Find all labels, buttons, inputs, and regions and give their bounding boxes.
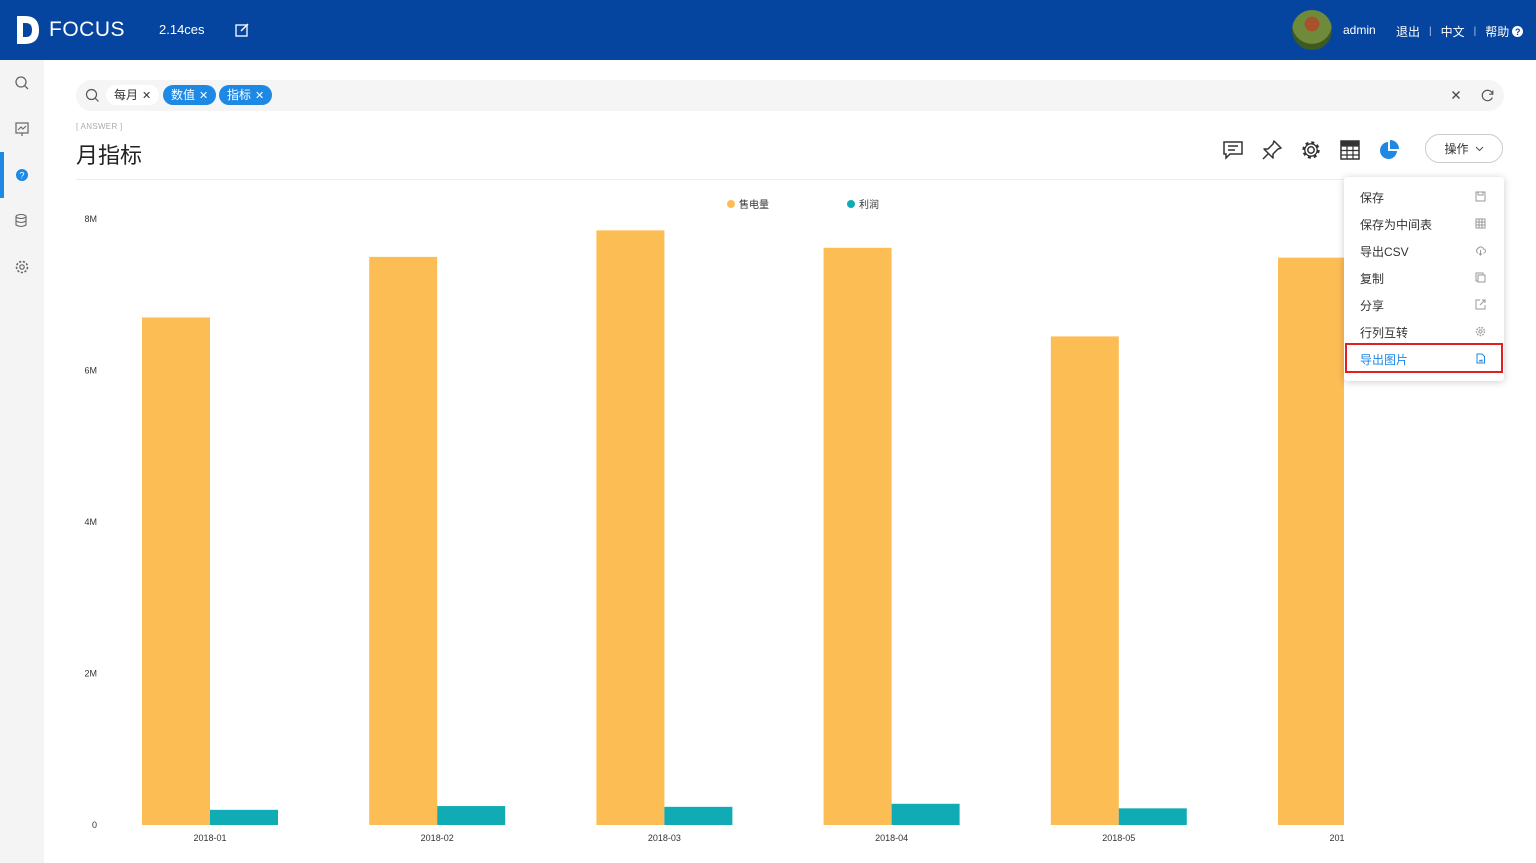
logout-link[interactable]: 退出 [1396, 23, 1420, 40]
bar-profit [891, 803, 960, 825]
y-axis: 0 2M 4M 6M 8M [84, 214, 97, 830]
y-tick-label: 4M [84, 517, 97, 527]
table-icon[interactable] [1339, 139, 1361, 161]
bar-sales [1050, 336, 1119, 825]
sidebar-item-answer[interactable]: ? [0, 152, 44, 198]
menu-item-share[interactable]: 分享 [1347, 291, 1501, 317]
edit-icon[interactable] [235, 23, 249, 37]
close-icon[interactable]: ✕ [199, 90, 208, 102]
bar-chart: 售电量 利润 02M4M6M8M 2018-01 2018-02 2018-03 201… [84, 198, 1344, 843]
legend-marker [847, 200, 855, 208]
pin-icon[interactable] [1261, 139, 1283, 161]
menu-item-transpose[interactable]: 行列互转 [1347, 318, 1501, 344]
save-icon [1475, 191, 1486, 202]
gear-icon [15, 260, 29, 274]
help-link[interactable]: 帮助 [1485, 23, 1509, 40]
avatar[interactable] [1292, 10, 1332, 50]
refresh-icon[interactable] [1480, 88, 1495, 103]
help-circle-icon: ? [16, 169, 28, 181]
svg-text:?: ? [19, 171, 24, 181]
bar-profit [664, 806, 733, 825]
focus-logo[interactable]: FOCUS [15, 14, 125, 46]
cloud-download-icon [1476, 246, 1486, 256]
comment-icon[interactable] [1222, 139, 1244, 161]
legend-label: 利润 [859, 198, 879, 211]
database-icon [15, 213, 27, 228]
sidebar: ? [0, 60, 44, 863]
chevron-down-icon [1475, 146, 1483, 151]
top-links: 退出 | 中文 | 帮助 ? [1396, 23, 1524, 40]
workspace-name[interactable]: 2.14ces [159, 22, 205, 37]
x-tick-label: 2018-04 [875, 833, 908, 843]
gear-icon [1475, 326, 1486, 337]
chart-bars [142, 230, 1344, 826]
close-icon[interactable]: ✕ [142, 90, 151, 102]
search-tag-monthly[interactable]: 每月 ✕ [106, 85, 160, 105]
logo-text: FOCUS [49, 18, 125, 41]
answer-tag: [ ANSWER ] [76, 122, 123, 131]
y-tick-label: 6M [84, 366, 97, 376]
y-tick-label: 0 [92, 820, 97, 830]
help-icon[interactable]: ? [1512, 26, 1524, 37]
bar-sales [369, 256, 438, 825]
copy-icon [1475, 272, 1486, 283]
chart-legend: 售电量 利润 [727, 198, 879, 211]
x-tick-label: 2018-06 [1329, 833, 1344, 843]
y-tick-label: 8M [84, 214, 97, 224]
operations-menu: 保存 保存为中间表 导出CSV 复制 分享 行列互转 导出图片 [1344, 177, 1504, 381]
menu-item-export-image[interactable]: 导出图片 [1345, 343, 1503, 373]
bar-profit [437, 806, 506, 825]
x-tick-label: 2018-02 [421, 833, 454, 843]
legend-marker [727, 200, 735, 208]
pie-chart-icon[interactable] [1378, 139, 1400, 161]
search-icon [85, 88, 99, 102]
menu-item-save-as-table[interactable]: 保存为中间表 [1347, 210, 1501, 236]
x-tick-label: 2018-05 [1102, 833, 1135, 843]
search-bar[interactable]: 每月 ✕ 数值 ✕ 指标 ✕ [76, 80, 1504, 111]
x-tick-label: 2018-01 [193, 833, 226, 843]
operations-button[interactable]: 操作 [1425, 134, 1503, 163]
language-link[interactable]: 中文 [1441, 23, 1465, 40]
sidebar-item-board[interactable] [0, 106, 44, 152]
logo-icon [17, 16, 39, 44]
clear-search-icon[interactable] [1449, 88, 1463, 102]
menu-item-save[interactable]: 保存 [1347, 183, 1501, 209]
legend-label: 售电量 [739, 198, 769, 211]
x-axis: 2018-01 2018-02 2018-03 2018-04 2018-05 2018-… [193, 833, 1344, 843]
sidebar-item-settings[interactable] [0, 244, 44, 290]
x-tick-label: 2018-03 [648, 833, 681, 843]
bar-profit [210, 809, 278, 825]
page-title: 月指标 [76, 143, 143, 168]
y-tick-label: 2M [84, 669, 97, 679]
search-tag-metric[interactable]: 指标 ✕ [219, 85, 273, 105]
gear-icon[interactable] [1300, 139, 1322, 161]
user-name[interactable]: admin [1343, 23, 1376, 37]
sidebar-item-search[interactable] [0, 60, 44, 106]
bar-sales [596, 230, 665, 826]
menu-item-export-csv[interactable]: 导出CSV [1347, 237, 1501, 263]
share-icon [1475, 299, 1486, 310]
bar-sales [823, 247, 892, 825]
bar-sales [142, 317, 210, 825]
sidebar-item-data[interactable] [0, 198, 44, 244]
image-file-icon [1476, 353, 1485, 364]
table-icon [1475, 218, 1486, 229]
top-bar: FOCUS 2.14ces admin 退出 | 中文 | 帮助 ? [0, 0, 1536, 60]
search-icon [15, 76, 29, 90]
bar-profit [1118, 808, 1187, 825]
menu-item-copy[interactable]: 复制 [1347, 264, 1501, 290]
bar-sales [1278, 257, 1344, 825]
close-icon[interactable]: ✕ [255, 90, 264, 102]
search-tag-value[interactable]: 数值 ✕ [163, 85, 217, 105]
board-icon [15, 122, 29, 136]
